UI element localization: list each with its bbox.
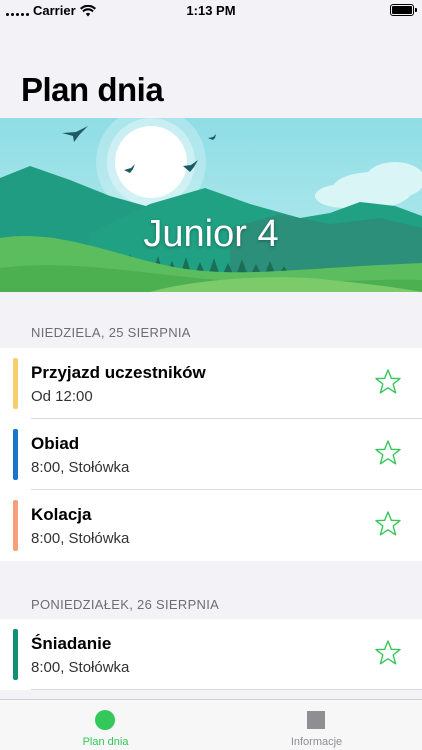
event-title: Obiad bbox=[31, 434, 80, 453]
status-time: 1:13 PM bbox=[186, 3, 236, 18]
battery-icon bbox=[390, 4, 417, 16]
tab-label: Plan dnia bbox=[82, 736, 129, 748]
event-subtitle: 8:00, Stołówka bbox=[31, 530, 130, 547]
star-icon[interactable] bbox=[374, 368, 402, 396]
tab-plan-dnia[interactable]: Plan dnia bbox=[0, 700, 211, 750]
category-accent-bar bbox=[13, 429, 18, 480]
list-item[interactable]: Przyjazd uczestników Od 12:00 bbox=[0, 348, 422, 419]
hero-title: Junior 4 bbox=[143, 213, 279, 255]
square-icon bbox=[307, 711, 325, 729]
event-title: Przyjazd uczestników bbox=[31, 363, 206, 382]
list-item[interactable]: Kolacja 8:00, Stołówka bbox=[0, 490, 422, 561]
section-header-monday: PONIEDZIAŁEK, 26 SIERPNIA bbox=[31, 597, 220, 612]
status-bar: Carrier 1:13 PM bbox=[0, 0, 422, 22]
star-icon[interactable] bbox=[374, 639, 402, 667]
category-accent-bar bbox=[13, 629, 18, 680]
event-subtitle: 8:00, Stołówka bbox=[31, 459, 130, 476]
app-screen: Carrier 1:13 PM Plan dnia Junior 4 NIEDZ… bbox=[0, 0, 422, 750]
tab-informacje[interactable]: Informacje bbox=[211, 700, 422, 750]
landscape-illustration bbox=[0, 118, 422, 292]
event-subtitle: 8:00, Stołówka bbox=[31, 659, 130, 676]
hero-banner: Junior 4 bbox=[0, 118, 422, 292]
page-title: Plan dnia bbox=[21, 71, 164, 108]
category-accent-bar bbox=[13, 358, 18, 409]
list-item[interactable]: Obiad 8:00, Stołówka bbox=[0, 419, 422, 490]
event-list-sunday: Przyjazd uczestników Od 12:00 Obiad 8:00… bbox=[0, 348, 422, 561]
category-accent-bar bbox=[13, 500, 18, 551]
tab-bar: Plan dnia Informacje bbox=[0, 699, 422, 750]
tab-label: Informacje bbox=[290, 736, 343, 748]
event-title: Kolacja bbox=[31, 505, 92, 524]
event-title: Śniadanie bbox=[31, 634, 112, 653]
section-header-sunday: NIEDZIELA, 25 SIERPNIA bbox=[31, 325, 191, 340]
list-item[interactable]: Śniadanie 8:00, Stołówka bbox=[0, 619, 422, 690]
event-list-monday: Śniadanie 8:00, Stołówka bbox=[0, 619, 422, 690]
row-separator bbox=[31, 689, 422, 690]
star-icon[interactable] bbox=[374, 510, 402, 538]
star-icon[interactable] bbox=[374, 439, 402, 467]
circle-icon bbox=[95, 710, 115, 730]
event-subtitle: Od 12:00 bbox=[31, 388, 93, 405]
